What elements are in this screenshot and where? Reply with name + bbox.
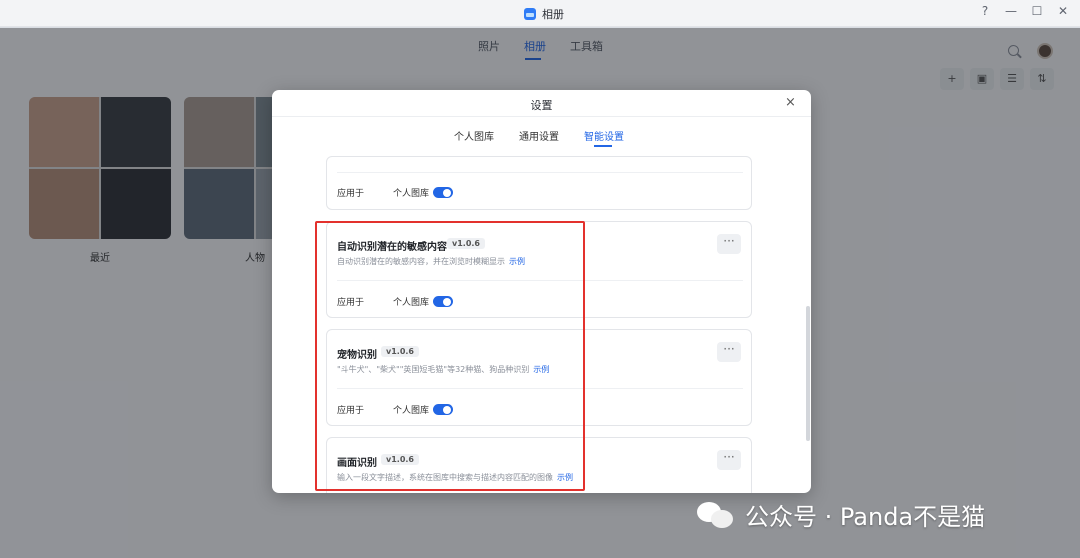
- help-icon[interactable]: ?: [978, 4, 992, 18]
- highlight-annotation-box: [315, 221, 585, 491]
- feature-card-previous: 应用于 个人图库: [326, 156, 752, 210]
- more-options-button[interactable]: ···: [717, 450, 741, 470]
- photos-app-icon: [524, 8, 536, 20]
- wechat-icon: [697, 500, 737, 530]
- tab-smart-settings[interactable]: 智能设置: [584, 128, 624, 143]
- dialog-close-icon[interactable]: ×: [785, 95, 796, 110]
- more-options-button[interactable]: ···: [717, 234, 741, 254]
- watermark: 公众号 · Panda不是猫: [697, 497, 985, 532]
- app-title: 相册: [524, 6, 564, 22]
- window-title-text: 相册: [542, 8, 564, 21]
- window-titlebar: 相册 ? — ☐ ✕: [0, 0, 1080, 27]
- tab-personal-library[interactable]: 个人图库: [454, 128, 494, 143]
- tab-general-settings[interactable]: 通用设置: [519, 128, 559, 143]
- active-settings-tab-indicator: [594, 145, 612, 147]
- maximize-icon[interactable]: ☐: [1030, 4, 1044, 18]
- settings-tabs: 个人图库 通用设置 智能设置: [272, 128, 811, 148]
- library-label: 个人图库: [393, 189, 430, 199]
- dialog-title: 设置: [530, 99, 553, 112]
- close-icon[interactable]: ✕: [1056, 4, 1070, 18]
- apply-to-label: 应用于: [337, 189, 365, 199]
- watermark-text: 公众号 · Panda不是猫: [745, 503, 986, 531]
- more-options-button[interactable]: ···: [717, 342, 741, 362]
- window-controls: ? — ☐ ✕: [978, 4, 1070, 18]
- dialog-divider: [272, 116, 811, 117]
- minimize-icon[interactable]: —: [1004, 4, 1018, 18]
- enable-toggle[interactable]: [433, 187, 453, 198]
- card-separator: [337, 172, 743, 173]
- dialog-scrollbar[interactable]: [806, 306, 810, 441]
